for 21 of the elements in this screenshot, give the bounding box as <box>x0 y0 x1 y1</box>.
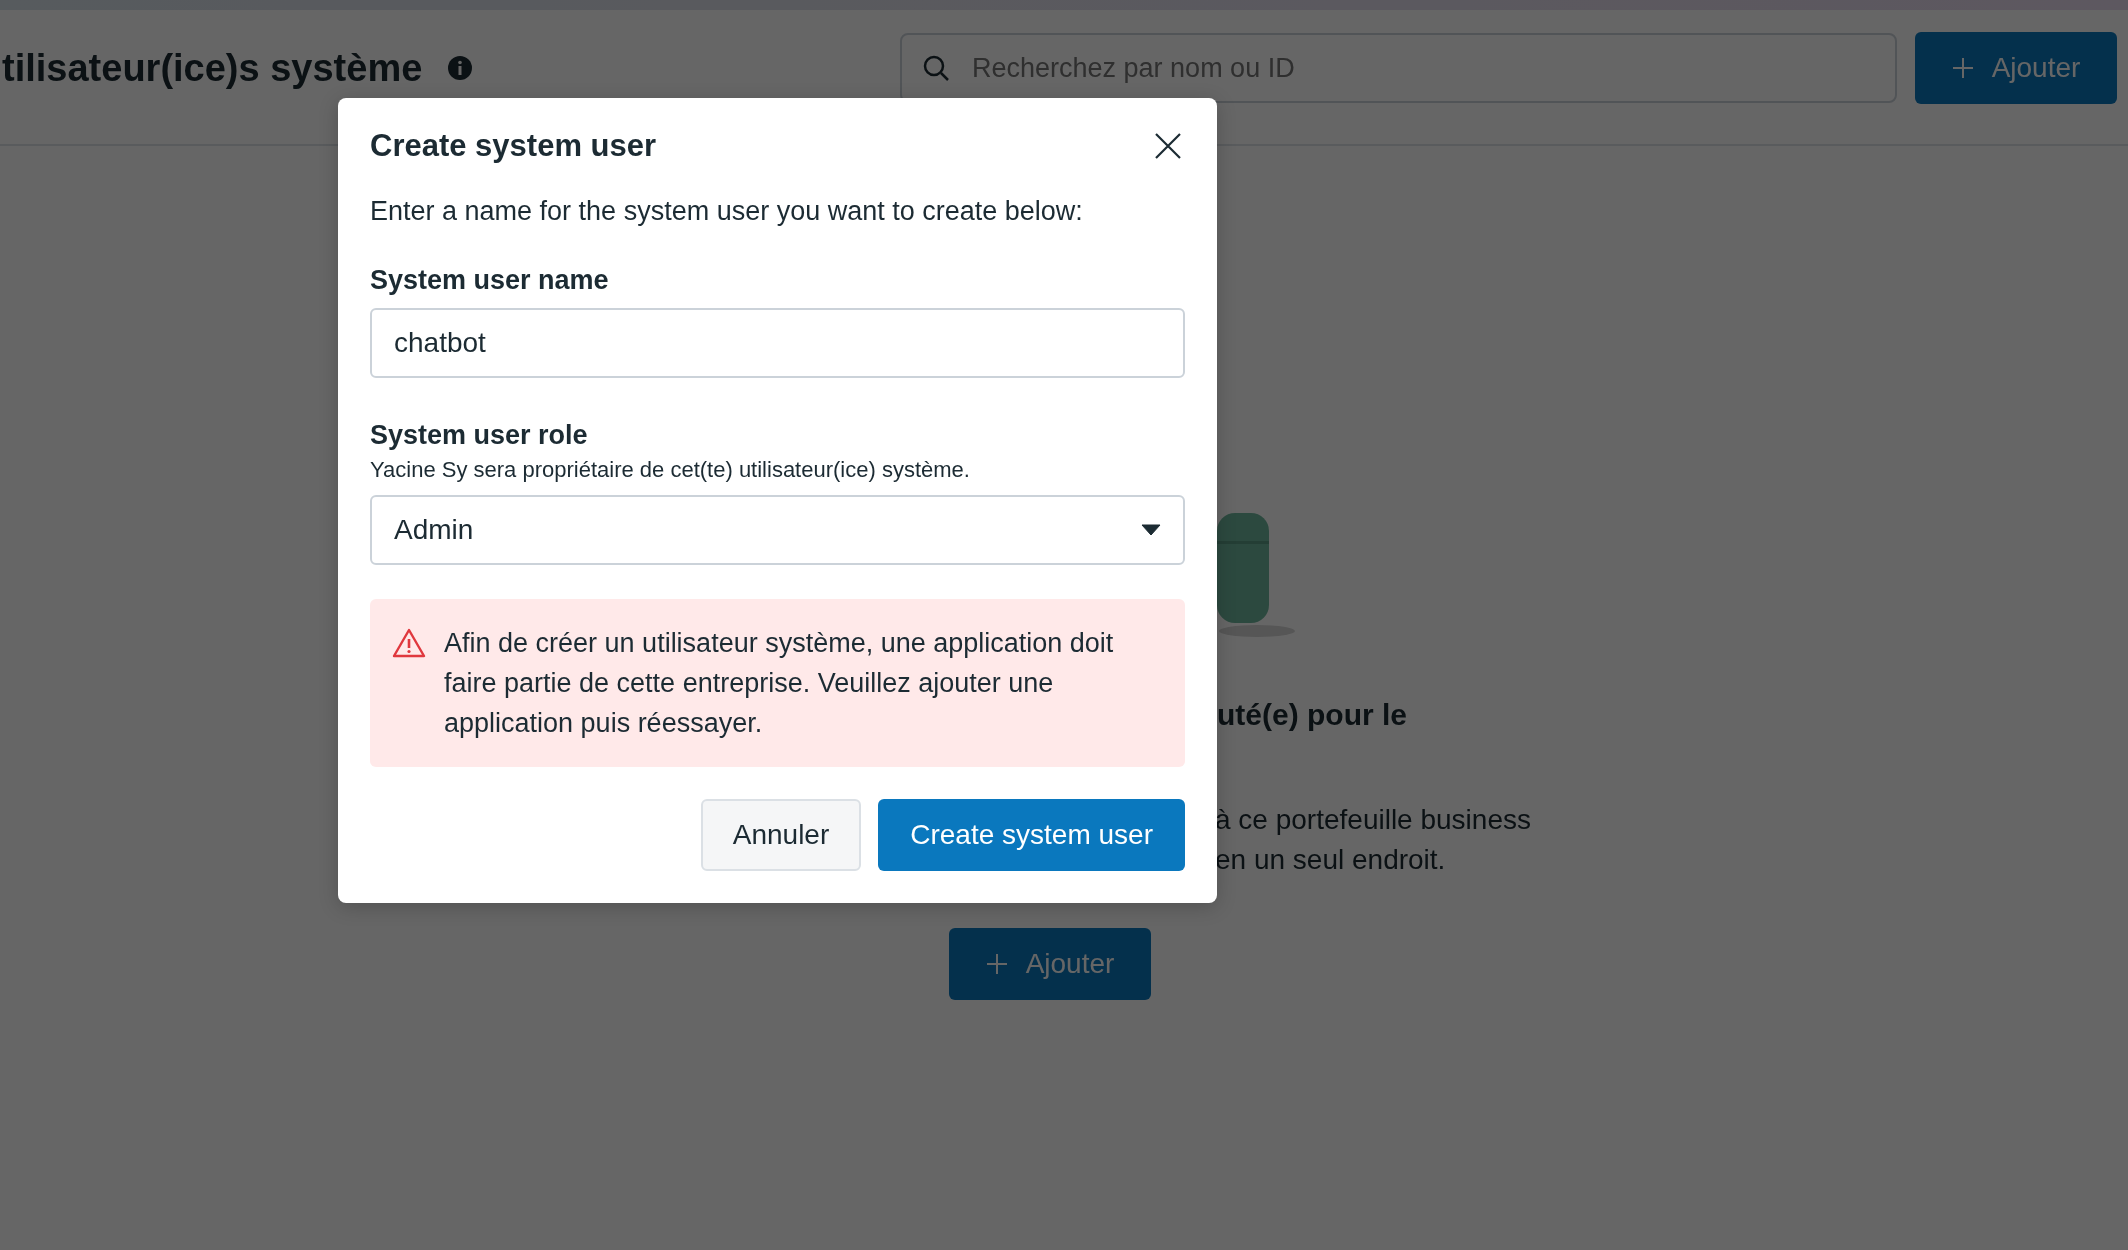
cancel-button[interactable]: Annuler <box>700 799 862 871</box>
dialog-title: Create system user <box>370 128 657 164</box>
empty-state-heading: uté(e) pour le <box>1217 698 1407 732</box>
info-icon <box>448 56 473 80</box>
plus-icon <box>1951 57 1974 79</box>
plus-icon <box>985 953 1008 975</box>
empty-state-description: à ce portefeuille business <box>1215 804 1531 836</box>
name-input-field[interactable]: chatbot <box>370 308 1185 378</box>
create-button[interactable]: Create system user <box>878 799 1185 871</box>
field-hint: Yacine Sy sera propriétaire de cet(te) utilisateur(ice) système. <box>370 457 971 483</box>
field-label: System user name <box>370 265 610 296</box>
warning-icon <box>392 628 426 658</box>
alert-message: Afin de créer un utilisateur système, une application doit faire partie de cette entreprise. Veuillez ajouter une application puis réessayer. <box>444 627 1115 740</box>
close-icon <box>1155 133 1181 159</box>
field-label: System user role <box>370 420 589 451</box>
page-title: tilisateur(ice)s système <box>2 46 423 90</box>
caret-icon <box>1141 524 1161 536</box>
role-dropdown[interactable]: Admin <box>370 495 1185 565</box>
empty-state-description: en un seul endroit. <box>1215 844 1446 876</box>
search-icon <box>922 54 950 82</box>
dialog-intro: Enter a name for the system user you want to create below: <box>370 196 1084 227</box>
